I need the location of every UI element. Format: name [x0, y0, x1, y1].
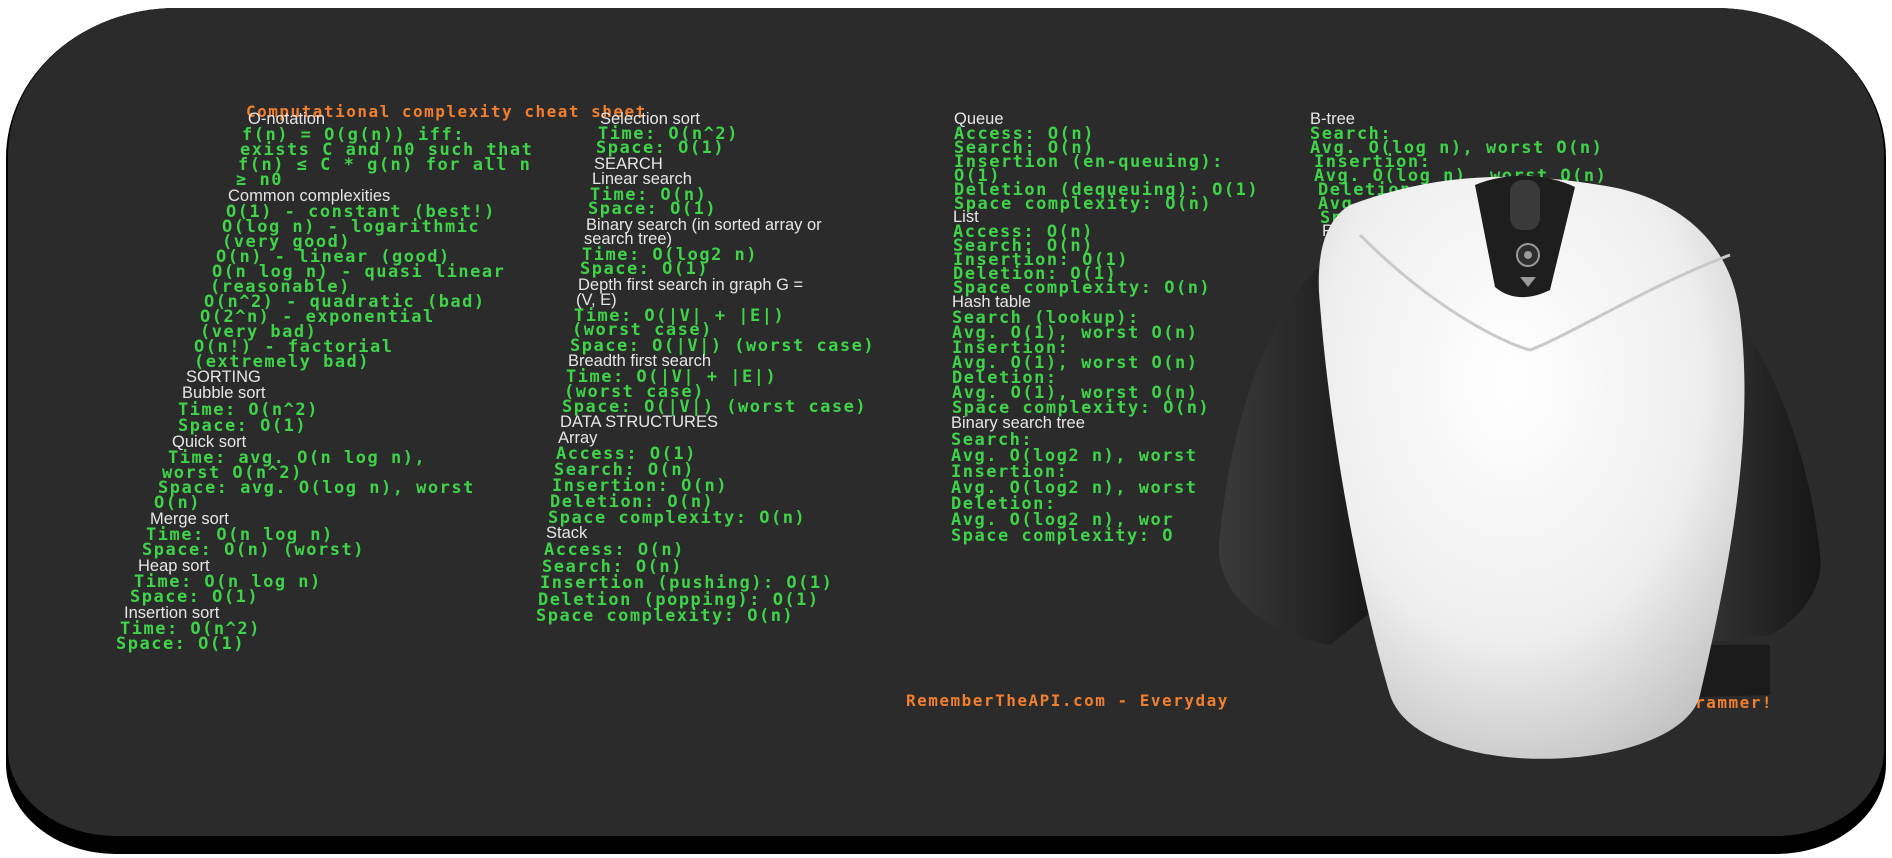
footer-left: RememberTheAPI.com - Everyday — [906, 691, 1229, 710]
footer: RememberTheAPI.com - Everyday grammer! — [906, 691, 1772, 712]
complexity-line: Se — [1324, 236, 1348, 256]
mousepad: Computational complexity cheat sheet O-n… — [6, 8, 1886, 854]
complexity-line: Space: O(1) — [116, 634, 246, 654]
footer-right: grammer! — [1684, 693, 1774, 712]
mousepad-surface: Computational complexity cheat sheet O-n… — [8, 8, 1884, 836]
complexity-line: Space: avg. O(log n), worst — [158, 478, 475, 498]
complexity-line: Space complexity: O(n) — [954, 194, 1213, 214]
complexity-line: Space complexity: O(n) — [536, 606, 795, 626]
complexity-line: Space complexity: O — [951, 526, 1174, 546]
